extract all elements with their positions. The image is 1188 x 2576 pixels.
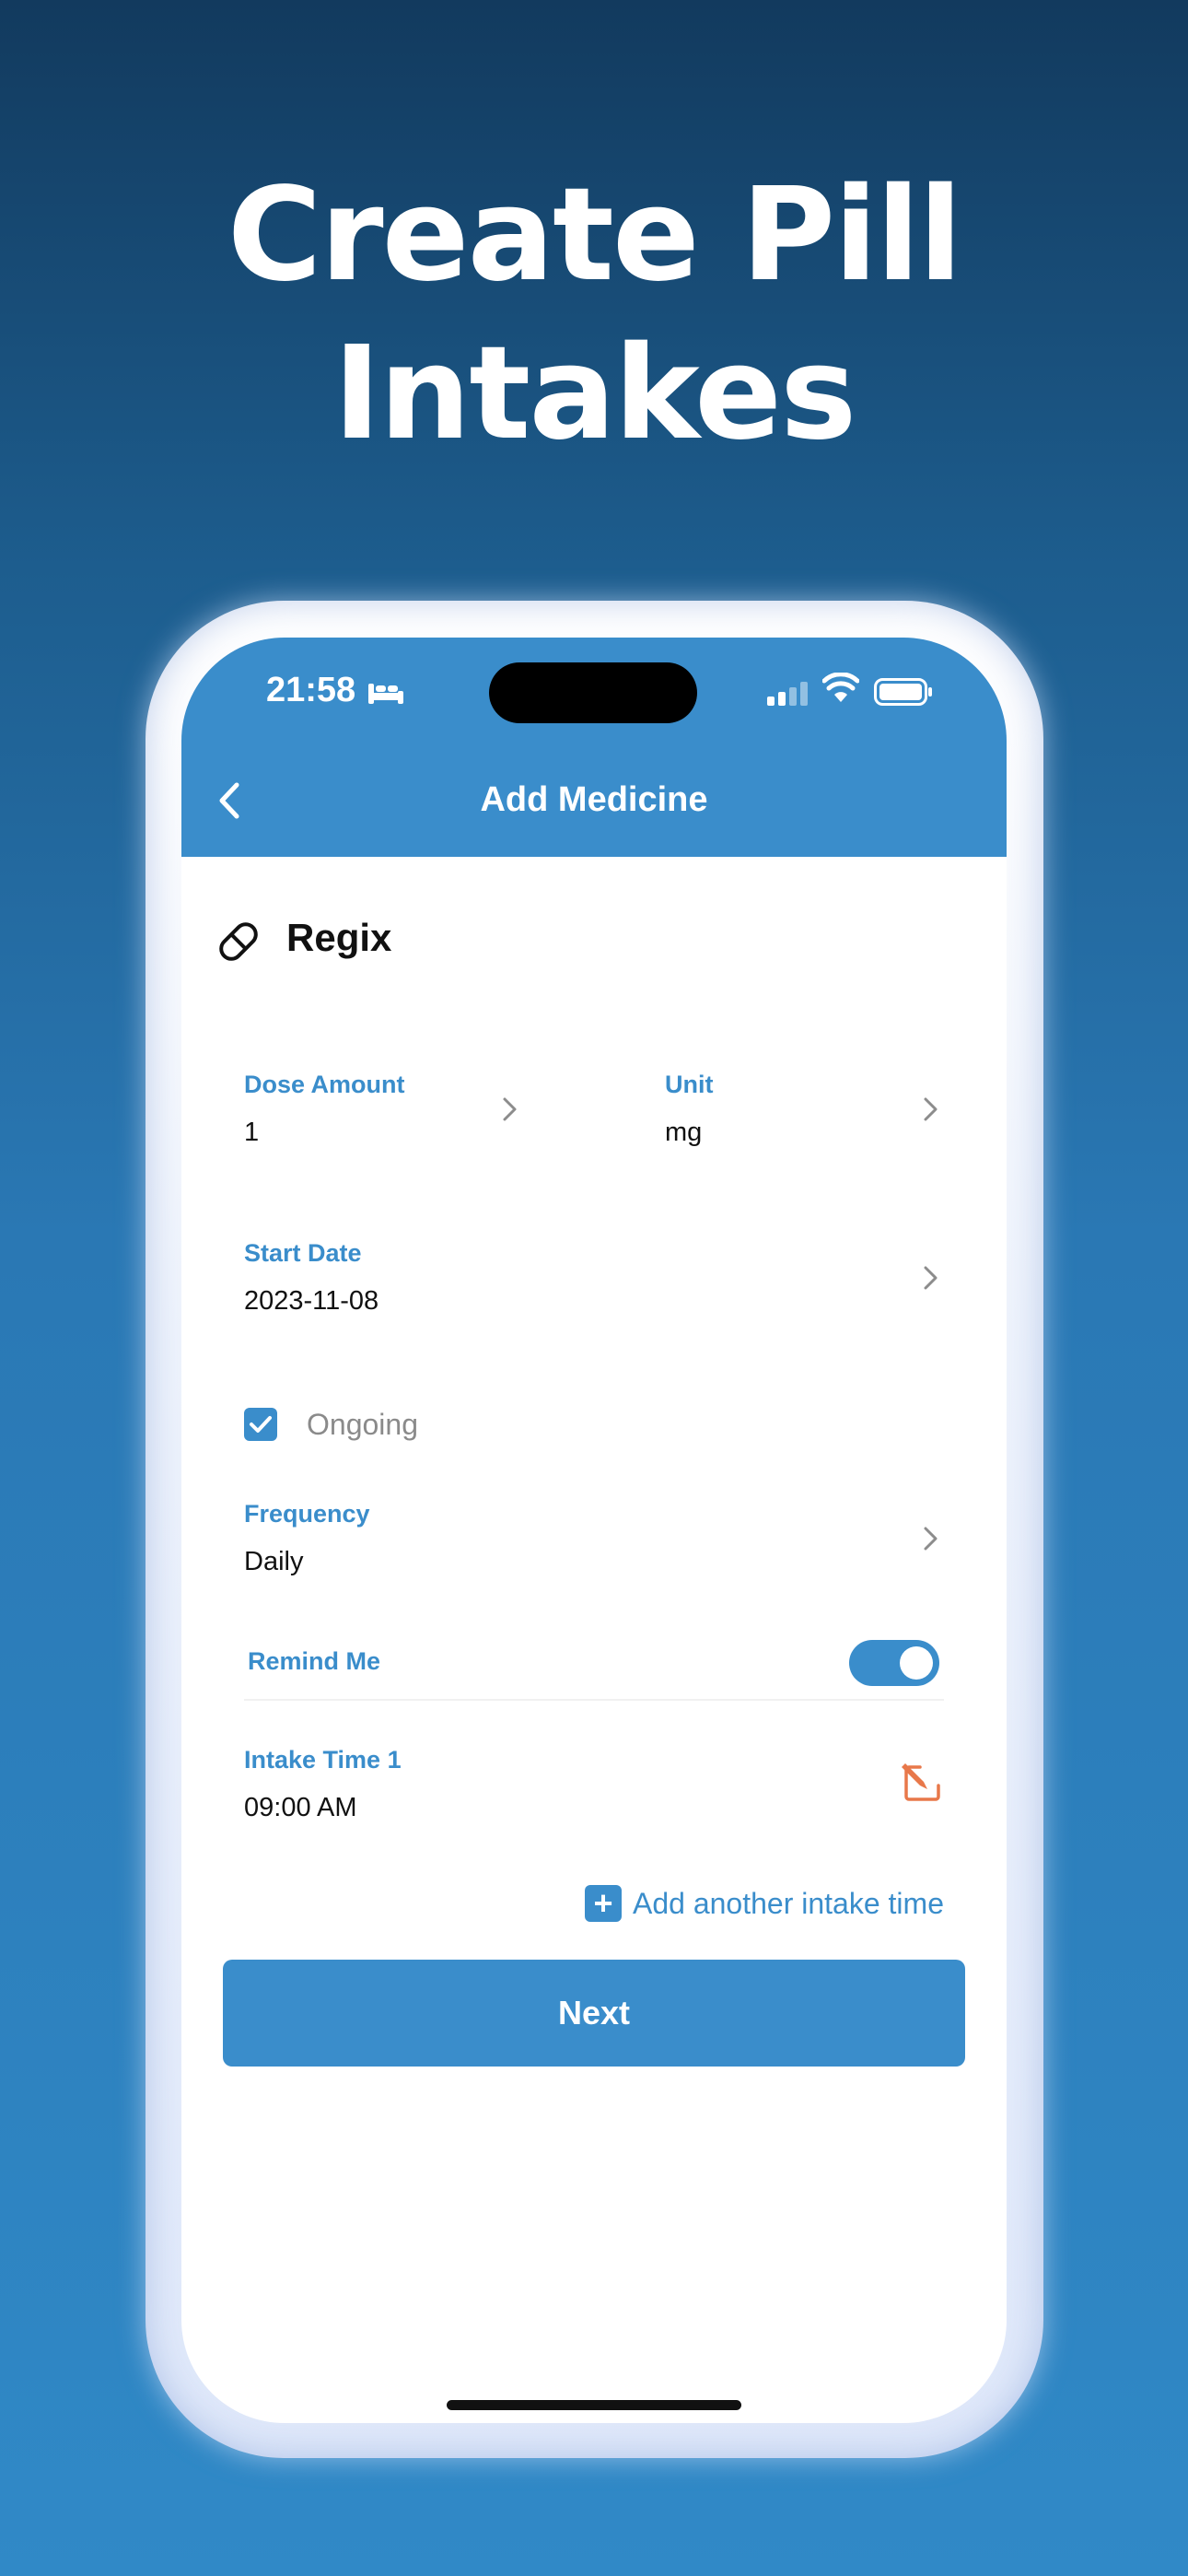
pill-icon — [219, 922, 258, 961]
status-time: 21:58 — [266, 671, 356, 709]
start-date-field[interactable]: Start Date 2023-11-08 — [244, 1239, 889, 1317]
unit-field[interactable]: Unit mg — [665, 1071, 941, 1148]
intake-time-1-field: Intake Time 1 09:00 AM — [244, 1746, 797, 1823]
bed-icon — [368, 684, 403, 704]
remind-me-label: Remind Me — [248, 1647, 381, 1675]
intake-time-1-value: 09:00 AM — [244, 1793, 357, 1822]
ongoing-checkbox[interactable] — [244, 1408, 277, 1441]
add-another-intake-button[interactable]: + Add another intake time — [585, 1883, 944, 1924]
dose-amount-label: Dose Amount — [244, 1071, 405, 1098]
divider — [244, 1699, 944, 1701]
chevron-right-icon — [924, 1266, 938, 1290]
toggle-knob — [900, 1646, 933, 1680]
frequency-value: Daily — [244, 1547, 304, 1576]
unit-value: mg — [665, 1118, 703, 1147]
frequency-field[interactable]: Frequency Daily — [244, 1500, 889, 1577]
dose-amount-value: 1 — [244, 1118, 260, 1147]
signal-icon — [767, 682, 808, 706]
unit-label: Unit — [665, 1071, 714, 1098]
medicine-name: Regix — [286, 916, 392, 959]
plus-icon: + — [585, 1885, 622, 1922]
remind-me-toggle[interactable] — [849, 1640, 939, 1686]
chevron-right-icon — [924, 1527, 938, 1551]
start-date-label: Start Date — [244, 1239, 362, 1267]
ongoing-label: Ongoing — [307, 1408, 418, 1441]
battery-icon — [874, 678, 932, 706]
nav-title: Add Medicine — [480, 780, 708, 819]
top-bar: 21:58 Add Medicine — [181, 638, 1007, 857]
frequency-label: Frequency — [244, 1500, 370, 1528]
edit-icon[interactable] — [900, 1760, 946, 1806]
headline-line-2: Intakes — [332, 319, 857, 469]
add-another-intake-label: Add another intake time — [633, 1886, 944, 1920]
chevron-right-icon — [503, 1097, 517, 1121]
dose-amount-field[interactable]: Dose Amount 1 — [244, 1071, 520, 1148]
next-button[interactable]: Next — [223, 1960, 965, 2067]
chevron-right-icon — [924, 1097, 938, 1121]
wifi-icon — [822, 673, 859, 702]
intake-time-1-label: Intake Time 1 — [244, 1746, 402, 1774]
dynamic-island — [489, 662, 697, 723]
check-icon — [250, 1416, 272, 1433]
headline-line-1: Create Pill — [227, 160, 962, 310]
phone-screen: 21:58 Add Medicine Regix Dose Amount 1 U… — [181, 638, 1007, 2423]
headline: Create Pill Intakes — [0, 157, 1188, 474]
home-indicator — [447, 2400, 741, 2410]
start-date-value: 2023-11-08 — [244, 1286, 379, 1316]
